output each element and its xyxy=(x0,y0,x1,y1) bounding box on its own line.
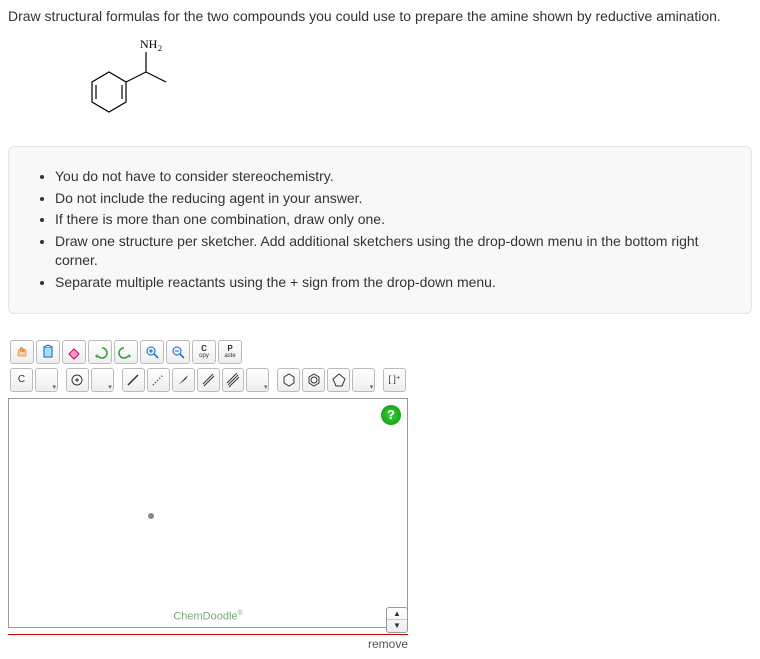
bond-dropdown[interactable] xyxy=(246,368,269,392)
svg-text:2: 2 xyxy=(158,44,162,53)
instruction-item: Separate multiple reactants using the + … xyxy=(55,273,729,293)
help-icon[interactable]: ? xyxy=(381,405,401,425)
wedge-bond-icon[interactable] xyxy=(172,368,195,392)
nh2-label: NH xyxy=(140,37,158,51)
ring-dropdown[interactable] xyxy=(352,368,375,392)
cyclohexane-icon[interactable] xyxy=(277,368,300,392)
charge-tool-icon[interactable] xyxy=(66,368,89,392)
copy-button[interactable]: Copy xyxy=(192,340,216,364)
charge-dropdown[interactable] xyxy=(91,368,114,392)
instruction-item: Draw one structure per sketcher. Add add… xyxy=(55,232,729,271)
instruction-item: If there is more than one combination, d… xyxy=(55,210,729,230)
clear-tool-icon[interactable] xyxy=(36,340,60,364)
eraser-tool-icon[interactable] xyxy=(62,340,86,364)
canvas-start-dot xyxy=(148,513,154,519)
single-bond-icon[interactable] xyxy=(122,368,145,392)
dotted-bond-icon[interactable] xyxy=(147,368,170,392)
redo-icon[interactable] xyxy=(114,340,138,364)
zoom-in-icon[interactable] xyxy=(140,340,164,364)
instruction-item: Do not include the reducing agent in you… xyxy=(55,189,729,209)
benzene-icon[interactable] xyxy=(302,368,325,392)
bracket-tool-button[interactable]: [ ]⁺ xyxy=(383,368,406,392)
undo-icon[interactable] xyxy=(88,340,112,364)
target-molecule-image: NH 2 xyxy=(48,36,752,126)
instructions-panel: You do not have to consider stereochemis… xyxy=(8,146,752,314)
zoom-out-icon[interactable] xyxy=(166,340,190,364)
double-bond-icon[interactable] xyxy=(197,368,220,392)
chemdoodle-sketcher: Copy Paste C [ ]⁺ ? ChemDoodl xyxy=(8,338,408,651)
drawing-canvas[interactable]: ? ChemDoodle® xyxy=(8,398,408,628)
question-text: Draw structural formulas for the two com… xyxy=(8,8,752,24)
cyclopentane-icon[interactable] xyxy=(327,368,350,392)
element-carbon-button[interactable]: C xyxy=(10,368,33,392)
chemdoodle-brand: ChemDoodle® xyxy=(173,610,242,623)
paste-button[interactable]: Paste xyxy=(218,340,242,364)
spinner-up-icon[interactable]: ▲ xyxy=(387,608,407,621)
element-dropdown[interactable] xyxy=(35,368,58,392)
triple-bond-icon[interactable] xyxy=(222,368,245,392)
add-sketcher-spinner[interactable]: ▲ ▼ xyxy=(386,607,408,633)
remove-button[interactable]: remove xyxy=(368,637,408,651)
instruction-item: You do not have to consider stereochemis… xyxy=(55,167,729,187)
hand-tool-icon[interactable] xyxy=(10,340,34,364)
sketcher-toolbar: Copy Paste C [ ]⁺ xyxy=(8,338,408,396)
spinner-down-icon[interactable]: ▼ xyxy=(387,620,407,632)
